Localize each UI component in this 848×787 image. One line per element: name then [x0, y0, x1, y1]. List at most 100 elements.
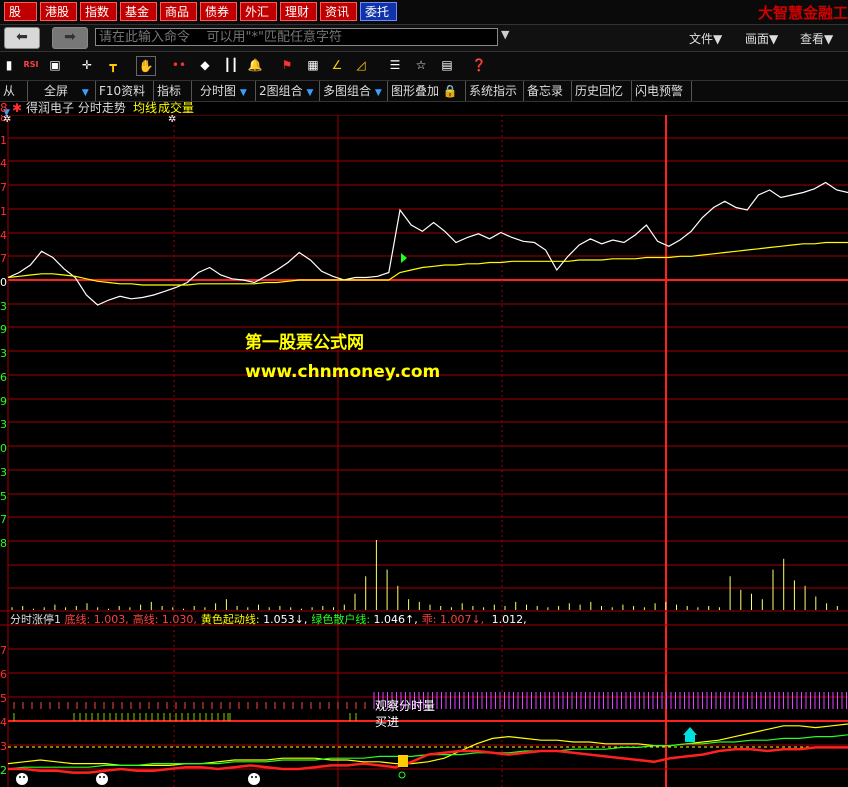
move-icon[interactable]: ✛: [78, 56, 96, 74]
toolbar: ▮ RSI ▣ ✛ ┳ ✋ •• ◆ ┃┃ 🔔 ⚑ ▦ ∠ ◿ ☰ ☆ ▤ ❓: [0, 52, 848, 81]
indicator-item: 高线: 1.030,: [133, 613, 197, 626]
tab-flash-alert[interactable]: 闪电预警: [632, 81, 692, 101]
chart-title-row: 8 ✱ 得润电子 分时走势 均线 成交量: [0, 101, 848, 115]
menu-tab-3[interactable]: 基金: [120, 2, 157, 21]
forward-button[interactable]: ➡: [52, 27, 88, 49]
smiley-eye: [251, 776, 253, 778]
house-icon: [683, 727, 697, 742]
angle-icon[interactable]: ∠: [328, 56, 346, 74]
indicator-item-value: 1.003,: [90, 613, 129, 626]
watermark-title: 第一股票公式网: [245, 333, 364, 353]
function-tab-bar: 从 ▼ 全屏 ▼ F10资料 指标 分时图 ▼ 2图组合 ▼ 多图组合 ▼ 图形…: [0, 81, 848, 118]
indicator-item: 1.012,: [488, 613, 527, 626]
menu-tab-6[interactable]: 外汇: [240, 2, 277, 21]
grid-icon[interactable]: ▤: [438, 56, 456, 74]
y-axis-label-lower: 6: [0, 668, 7, 681]
menu-tab-4[interactable]: 商品: [160, 2, 197, 21]
smiley-eye: [103, 776, 105, 778]
settings-gear-icon[interactable]: ✱: [12, 101, 22, 115]
indicator-item-label: 黄色起动线:: [200, 613, 260, 626]
flag-icon[interactable]: ⚑: [278, 56, 296, 74]
y-axis-label-lower: 7: [0, 644, 7, 657]
indicator-item-value: 1.030,: [158, 613, 197, 626]
indicator-name: 分时涨停1: [10, 613, 65, 626]
y-axis-label: 0: [0, 442, 7, 455]
indicator-item-label: 底线:: [64, 613, 91, 626]
tab-overlay[interactable]: 图形叠加 🔒: [388, 81, 466, 101]
avg-line-label: 均线: [133, 101, 158, 115]
smiley-icon: [248, 773, 260, 785]
y-axis-label: 9: [0, 323, 7, 336]
diamond-icon[interactable]: ◆: [196, 56, 214, 74]
y-axis-label: 7: [0, 513, 7, 526]
watermark-url: www.chnmoney.com: [245, 362, 441, 382]
smiley-eye: [23, 776, 25, 778]
menu-tab-8[interactable]: 资讯: [320, 2, 357, 21]
y-axis-label: 7: [0, 181, 7, 194]
menu-bar: 股票港股指数基金商品债券外汇理财资讯委托 大智慧金融工: [0, 0, 848, 38]
y-axis-label-lower: 4: [0, 716, 7, 729]
ruler-icon[interactable]: ◿: [352, 56, 370, 74]
tab-two-chart[interactable]: 2图组合 ▼: [256, 81, 320, 101]
hand-icon[interactable]: ✋: [136, 56, 156, 76]
y-axis-label: 9: [0, 395, 7, 408]
dropdown-arrow-icon: ▼: [306, 88, 314, 98]
help-icon[interactable]: ❓: [470, 56, 488, 74]
alert-icon: [398, 755, 408, 767]
menu-tab-0[interactable]: 股票: [4, 2, 37, 38]
indicator-legend: 分时涨停1 底线: 1.003, 高线: 1.030, 黄色起动线: 1.053↓,…: [10, 613, 531, 627]
image-icon[interactable]: ▦: [304, 56, 322, 74]
back-button[interactable]: ⬅: [4, 27, 40, 49]
y-axis-label: 6: [0, 371, 7, 384]
candles-icon[interactable]: ┃┃: [222, 56, 240, 74]
smiley-icon: [96, 773, 108, 785]
smiley-eye: [255, 776, 257, 778]
tab-system-indicator[interactable]: 系统指示: [466, 81, 524, 101]
buy-marker-icon: [401, 253, 407, 263]
draw-tool-icon[interactable]: ┳: [104, 56, 122, 74]
tab-f10[interactable]: F10资料: [96, 81, 154, 101]
tab-indicator[interactable]: 指标: [154, 81, 192, 101]
tab-multi-chart[interactable]: 多图组合 ▼: [320, 81, 388, 101]
view-menu[interactable]: 画面▼: [745, 30, 778, 47]
candle-icon[interactable]: ▮: [0, 56, 18, 74]
tab-from[interactable]: 从 ▼: [0, 81, 28, 118]
sun-marker-icon: ✲: [168, 115, 176, 125]
chart-icon[interactable]: ▣: [46, 56, 64, 74]
menu-tab-9[interactable]: 委托: [360, 2, 397, 21]
file-menu[interactable]: 文件▼: [689, 30, 722, 47]
indicator-item: 绿色散户线: 1.046↑,: [311, 613, 417, 626]
indicator-item-value: 1.007↓,: [436, 613, 485, 626]
menu-tab-7[interactable]: 理财: [280, 2, 317, 21]
dropdown-arrow-icon: ▼: [239, 88, 247, 98]
menu-tab-5[interactable]: 债券: [200, 2, 237, 21]
look-menu[interactable]: 查看▼: [800, 30, 833, 47]
indicator-item-label: 绿色散户线:: [311, 613, 371, 626]
indicator-item: 底线: 1.003,: [65, 613, 129, 626]
series-line-0: [7, 181, 848, 306]
y-axis-label: 4: [0, 229, 7, 242]
bell-icon[interactable]: 🔔: [246, 56, 264, 74]
lock-icon: 🔒: [442, 84, 458, 98]
command-input[interactable]: [95, 28, 498, 46]
y-axis-label-lower: 3: [0, 740, 7, 753]
stock-title: 得润电子 分时走势: [26, 101, 126, 115]
list-icon[interactable]: ☰: [386, 56, 404, 74]
y-axis-label: 4: [0, 157, 7, 170]
tab-fullscreen[interactable]: 全屏 ▼: [28, 81, 96, 101]
menu-tab-2[interactable]: 指数: [80, 2, 117, 21]
dots-icon[interactable]: ••: [170, 56, 188, 74]
rsi-icon[interactable]: RSI: [20, 56, 42, 74]
star-board-icon[interactable]: ☆: [412, 56, 430, 74]
y-axis-label: 8: [0, 537, 7, 550]
tab-memo[interactable]: 备忘录: [524, 81, 572, 101]
y-axis-label-lower: 5: [0, 692, 7, 705]
y-axis-label: 3: [0, 466, 7, 479]
timeshare-chart[interactable]: 814714703936930357876543210✲✲: [0, 115, 848, 787]
menu-tab-1[interactable]: 港股: [40, 2, 77, 21]
smiley-icon: [16, 773, 28, 785]
tab-history[interactable]: 历史回忆: [572, 81, 632, 101]
tab-timeshare[interactable]: 分时图 ▼: [192, 81, 256, 101]
sun-marker-icon: ✲: [3, 115, 11, 125]
command-dropdown-icon[interactable]: ▼: [501, 28, 509, 41]
